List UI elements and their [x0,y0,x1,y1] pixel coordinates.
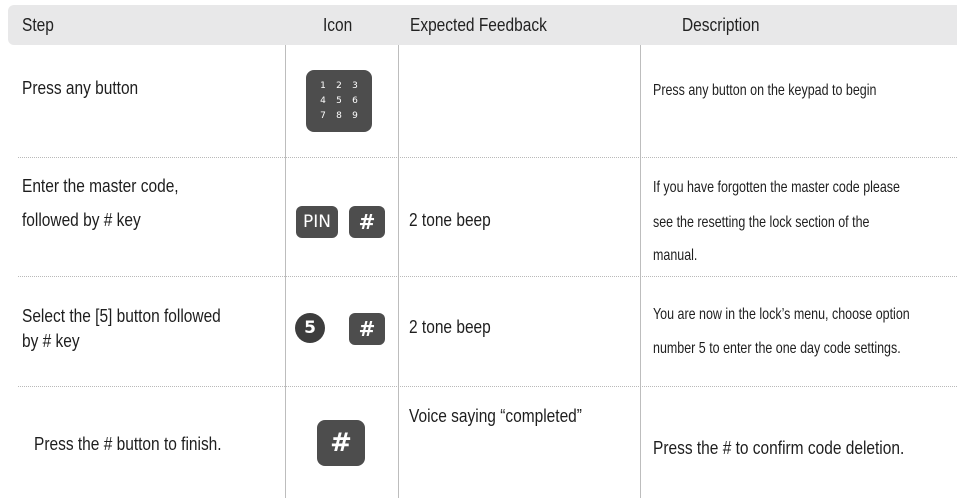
column-divider [640,45,641,498]
description-text: manual. [653,247,698,264]
hash-key-icon: # [349,313,385,345]
row-divider [18,386,957,387]
keypad-digit: 7 [320,110,326,121]
feedback-text: Voice saying “completed” [409,406,582,426]
keypad-digit: 9 [352,110,358,121]
header-icon: Icon [323,15,353,35]
keypad-icon: 1 2 3 4 5 6 7 8 9 [306,70,372,132]
description-text: see the resetting the lock section of th… [653,214,870,231]
header-description: Description [682,15,760,35]
hash-key-icon: # [317,420,365,466]
step-text: Press any button [22,78,139,98]
pin-icon: PIN [296,206,338,238]
keypad-digit: 1 [320,80,326,91]
keypad-digit: 2 [336,80,342,91]
row-divider [18,276,957,277]
step-text: Press the # button to finish. [34,434,222,454]
header-feedback: Expected Feedback [410,15,547,35]
column-divider [398,45,399,498]
description-text: Press any button on the keypad to begin [653,82,877,99]
description-text: Press the # to confirm code deletion. [653,438,905,458]
step-text: followed by # key [22,210,141,230]
step-text: Enter the master code, [22,176,179,196]
row-divider [18,157,957,158]
step-text: by # key [22,331,80,351]
instructions-table: Step Icon Expected Feedback Description … [0,0,957,498]
keypad-digit: 5 [336,95,342,106]
keypad-digit: 4 [320,95,326,106]
description-text: number 5 to enter the one day code setti… [653,340,901,357]
table-header: Step Icon Expected Feedback Description [8,5,957,45]
hash-key-icon: # [349,206,385,238]
keypad-digit: 8 [336,110,342,121]
feedback-text: 2 tone beep [409,317,491,337]
description-text: If you have forgotten the master code pl… [653,179,900,196]
description-text: You are now in the lock’s menu, choose o… [653,306,910,323]
digit-5-icon: 5 [295,313,325,343]
feedback-text: 2 tone beep [409,210,491,230]
keypad-digit: 6 [352,95,358,106]
header-step: Step [22,15,54,35]
keypad-digit: 3 [352,80,358,91]
column-divider [285,45,286,498]
